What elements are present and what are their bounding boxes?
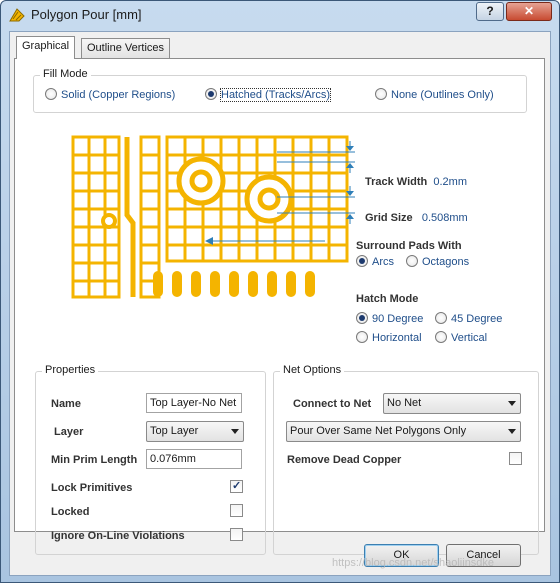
hatch-90-label: 90 Degree bbox=[372, 313, 424, 325]
tab-page-graphical: Fill Mode Solid (Copper Regions) Hatched… bbox=[14, 58, 545, 555]
connect-to-net-label: Connect to Net bbox=[293, 398, 372, 410]
pour-over-select[interactable]: Pour Over Same Net Polygons Only bbox=[286, 421, 521, 442]
fill-hatched-label: Hatched (Tracks/Arcs) bbox=[219, 88, 332, 102]
fill-solid-label: Solid (Copper Regions) bbox=[61, 89, 176, 101]
chevron-down-icon bbox=[508, 429, 516, 434]
layer-select[interactable]: Top Layer bbox=[146, 421, 244, 442]
pad bbox=[257, 187, 281, 211]
name-label: Name bbox=[51, 398, 81, 410]
pad bbox=[189, 169, 213, 193]
fill-mode-label: Fill Mode bbox=[40, 68, 91, 80]
window-title: Polygon Pour [mm] bbox=[31, 7, 142, 22]
ignore-violations-label: Ignore On-Line Violations bbox=[51, 530, 185, 542]
hatch-vertical-label: Vertical bbox=[451, 332, 488, 344]
chevron-down-icon bbox=[508, 401, 516, 406]
locked-checkbox[interactable] bbox=[230, 504, 243, 517]
pin-pad bbox=[286, 271, 296, 297]
grid-size-label: Grid Size bbox=[365, 212, 413, 224]
ignore-violations-checkbox[interactable] bbox=[230, 528, 243, 541]
lock-primitives-checkbox[interactable] bbox=[230, 479, 243, 493]
pin-pad bbox=[191, 271, 201, 297]
title-bar[interactable]: Polygon Pour [mm] ? ✕ bbox=[1, 1, 559, 29]
surround-octagons-label: Octagons bbox=[422, 256, 470, 268]
remove-dead-copper-checkbox[interactable] bbox=[509, 452, 522, 465]
min-prim-length-field[interactable]: 0.076mm bbox=[146, 449, 242, 469]
pin-pad bbox=[248, 271, 258, 297]
tab-outline-vertices[interactable]: Outline Vertices bbox=[81, 38, 171, 58]
hatch-horizontal-label: Horizontal bbox=[372, 332, 422, 344]
watermark-text: https://blog.csdn.net/shaoliinsdke bbox=[332, 557, 495, 569]
radio-indicator bbox=[45, 88, 57, 100]
layer-select-value: Top Layer bbox=[150, 425, 199, 437]
fill-hatched-radio[interactable]: Hatched (Tracks/Arcs) bbox=[205, 88, 332, 102]
radio-indicator bbox=[406, 255, 418, 267]
chevron-down-icon bbox=[231, 429, 239, 434]
hatch-vertical-radio[interactable]: Vertical bbox=[435, 331, 487, 345]
name-field[interactable]: Top Layer-No Net bbox=[146, 393, 242, 413]
radio-indicator bbox=[435, 312, 447, 324]
fill-solid-radio[interactable]: Solid (Copper Regions) bbox=[45, 88, 175, 102]
radio-indicator bbox=[356, 331, 368, 343]
connect-to-net-value: No Net bbox=[387, 397, 422, 409]
hatch-90-radio[interactable]: 90 Degree bbox=[356, 312, 423, 326]
signal-trace bbox=[124, 137, 136, 297]
surround-octagons-radio[interactable]: Octagons bbox=[406, 255, 469, 269]
pour-over-value: Pour Over Same Net Polygons Only bbox=[290, 425, 467, 437]
connect-to-net-select[interactable]: No Net bbox=[383, 393, 521, 414]
radio-indicator bbox=[356, 312, 368, 324]
hatch-45-label: 45 Degree bbox=[451, 313, 503, 325]
fill-none-radio[interactable]: None (Outlines Only) bbox=[375, 88, 494, 102]
net-options-label: Net Options bbox=[280, 364, 345, 376]
track-width-label: Track Width bbox=[365, 176, 428, 188]
pin-pad bbox=[172, 271, 182, 297]
hatch-horizontal-radio[interactable]: Horizontal bbox=[356, 331, 422, 345]
pad bbox=[101, 213, 117, 229]
locked-label: Locked bbox=[51, 506, 90, 518]
track-width-value[interactable]: 0.2mm bbox=[433, 176, 467, 188]
tab-graphical[interactable]: Graphical bbox=[16, 36, 76, 59]
pin-pad bbox=[210, 271, 220, 297]
grid-size-value[interactable]: 0.508mm bbox=[422, 212, 468, 224]
hatch-mode-label: Hatch Mode bbox=[356, 293, 419, 305]
dialog-client: Graphical Outline Vertices Fill Mode Sol… bbox=[9, 31, 551, 576]
properties-label: Properties bbox=[42, 364, 99, 376]
surround-pads-label: Surround Pads With bbox=[356, 240, 462, 252]
close-button[interactable]: ✕ bbox=[506, 2, 552, 21]
surround-arcs-radio[interactable]: Arcs bbox=[356, 255, 394, 269]
lock-primitives-label: Lock Primitives bbox=[51, 482, 133, 494]
fill-none-label: None (Outlines Only) bbox=[391, 89, 494, 101]
help-button[interactable]: ? bbox=[476, 2, 504, 21]
radio-indicator bbox=[205, 88, 217, 100]
pin-pad bbox=[153, 271, 163, 297]
polygon-pour-icon bbox=[9, 7, 25, 23]
layer-label: Layer bbox=[54, 426, 84, 438]
radio-indicator bbox=[375, 88, 387, 100]
arrow-to-pad-icon bbox=[205, 237, 325, 245]
pin-pad bbox=[267, 271, 277, 297]
pin-pad bbox=[229, 271, 239, 297]
pin-pad bbox=[305, 271, 315, 297]
surround-arcs-label: Arcs bbox=[372, 256, 394, 268]
dialog-window: Polygon Pour [mm] ? ✕ Graphical Outline … bbox=[0, 0, 560, 583]
radio-indicator bbox=[435, 331, 447, 343]
hatch-45-radio[interactable]: 45 Degree bbox=[435, 312, 502, 326]
radio-indicator bbox=[356, 255, 368, 267]
remove-dead-copper-label: Remove Dead Copper bbox=[287, 454, 402, 466]
min-prim-length-label: Min Prim Length bbox=[51, 454, 138, 466]
